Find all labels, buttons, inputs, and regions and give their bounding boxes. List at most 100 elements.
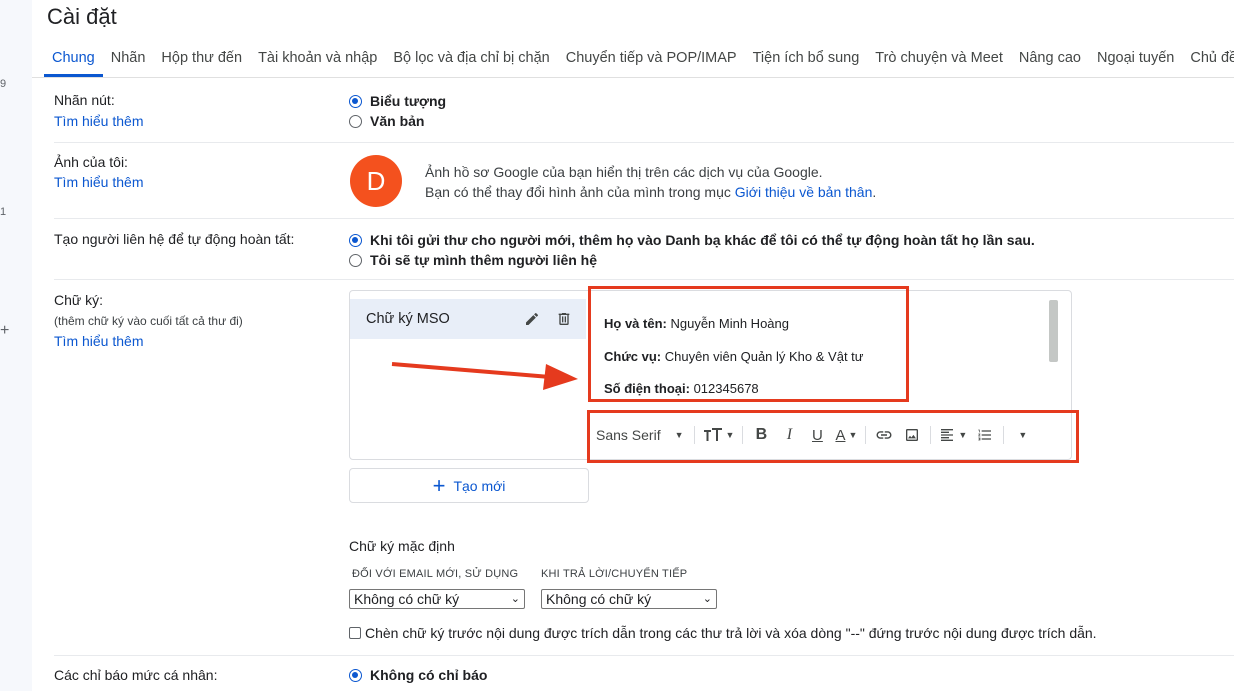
my-photo-label: Ảnh của tôi: bbox=[54, 154, 128, 170]
sig-key: Số điện thoại: bbox=[604, 381, 690, 396]
checkbox[interactable] bbox=[349, 627, 361, 639]
create-new-signature-button[interactable]: + Tạo mới bbox=[349, 468, 589, 503]
signature-sublabel: (thêm chữ ký vào cuối tất cả thư đi) bbox=[54, 314, 243, 328]
radio-label: Biểu tượng bbox=[370, 93, 447, 109]
select-value: Không có chữ ký bbox=[546, 591, 652, 607]
caret-down-icon: ▼ bbox=[1018, 430, 1028, 440]
radio-unselected-icon[interactable] bbox=[349, 114, 362, 128]
underline-icon: U bbox=[812, 426, 823, 444]
tab-general[interactable]: Chung bbox=[44, 40, 103, 77]
caret-down-icon: ▼ bbox=[725, 430, 735, 440]
more-formatting-button[interactable]: ▼ bbox=[1008, 421, 1034, 449]
contacts-label: Tạo người liên hệ để tự động hoàn tất: bbox=[54, 231, 295, 247]
radio-unselected-icon[interactable] bbox=[349, 253, 362, 267]
learn-more-link[interactable]: Tìm hiểu thêm bbox=[54, 174, 143, 190]
tab-accounts[interactable]: Tài khoản và nhập bbox=[250, 40, 385, 77]
tab-labels[interactable]: Nhãn bbox=[103, 40, 154, 77]
sig-value: 012345678 bbox=[693, 381, 759, 396]
row-divider bbox=[54, 279, 1234, 280]
radio-contacts-manual[interactable]: Tôi sẽ tự mình thêm người liên hệ bbox=[349, 252, 597, 268]
toolbar-separator bbox=[742, 426, 744, 444]
tab-advanced[interactable]: Nâng cao bbox=[1011, 40, 1089, 77]
sig-key: Họ và tên: bbox=[604, 316, 667, 331]
tab-forwarding[interactable]: Chuyển tiếp và POP/IMAP bbox=[558, 40, 745, 77]
italic-button[interactable]: I bbox=[775, 421, 803, 449]
learn-more-link[interactable]: Tìm hiểu thêm bbox=[54, 333, 143, 349]
reply-signature-select[interactable]: Không có chữ ký ⌄ bbox=[541, 589, 717, 609]
numbered-list-icon bbox=[978, 429, 992, 441]
text-size-icon bbox=[703, 428, 722, 441]
radio-selected-icon[interactable] bbox=[349, 94, 362, 108]
red-arrow-annotation bbox=[391, 362, 578, 390]
align-button[interactable]: ▼ bbox=[935, 421, 971, 449]
tab-chat-meet[interactable]: Trò chuyện và Meet bbox=[867, 40, 1011, 77]
personal-indicators-label: Các chỉ báo mức cá nhân: bbox=[54, 667, 218, 683]
radio-selected-icon[interactable] bbox=[349, 668, 362, 682]
underline-button[interactable]: U bbox=[803, 421, 831, 449]
left-rail: 9 1 + bbox=[0, 0, 32, 691]
rail-plus[interactable]: + bbox=[0, 322, 9, 340]
for-new-caption: ĐỐI VỚI EMAIL MỚI, SỬ DỤNG bbox=[352, 568, 519, 580]
italic-icon: I bbox=[786, 426, 793, 443]
tab-inbox[interactable]: Hộp thư đến bbox=[153, 40, 250, 77]
trash-icon[interactable] bbox=[554, 309, 574, 329]
photo-dot: . bbox=[872, 184, 877, 200]
bold-button[interactable]: B bbox=[747, 421, 775, 449]
new-email-signature-select[interactable]: Không có chữ ký ⌄ bbox=[349, 589, 525, 609]
sig-key: Chức vụ: bbox=[604, 349, 662, 364]
photo-line-1: Ảnh hồ sơ Google của bạn hiển thị trên c… bbox=[425, 164, 823, 180]
text-color-button[interactable]: A ▼ bbox=[831, 421, 861, 449]
sig-value: Chuyên viên Quản lý Kho & Vật tư bbox=[664, 349, 864, 364]
radio-contacts-auto[interactable]: Khi tôi gửi thư cho người mới, thêm họ v… bbox=[349, 232, 1035, 248]
about-me-link[interactable]: Giới thiệu về bản thân bbox=[735, 184, 873, 200]
page-title: Cài đặt bbox=[47, 4, 117, 29]
link-icon bbox=[876, 431, 892, 439]
chevron-down-icon: ⌄ bbox=[702, 593, 712, 605]
editor-scrollbar[interactable] bbox=[1049, 300, 1058, 362]
for-reply-caption: KHI TRẢ LỜI/CHUYỂN TIẾP bbox=[541, 568, 688, 580]
avatar[interactable]: D bbox=[350, 155, 402, 207]
default-signature-title: Chữ ký mặc định bbox=[349, 538, 455, 554]
link-button[interactable] bbox=[870, 421, 898, 449]
bold-icon: B bbox=[755, 426, 768, 443]
toolbar-separator bbox=[693, 426, 695, 444]
toolbar-separator bbox=[1003, 426, 1005, 444]
radio-selected-icon[interactable] bbox=[349, 233, 362, 247]
chevron-down-icon: ⌄ bbox=[510, 593, 520, 605]
font-size-button[interactable]: ▼ bbox=[699, 421, 739, 449]
rail-mark: 1 bbox=[0, 206, 7, 218]
caret-down-icon: ▼ bbox=[848, 430, 858, 440]
photo-description: Ảnh hồ sơ Google của bạn hiển thị trên c… bbox=[425, 162, 876, 202]
formatting-toolbar: Sans Serif ▼ ▼ B I U A ▼ ▼ ▼ bbox=[592, 418, 1034, 452]
toolbar-separator bbox=[930, 426, 932, 444]
signature-line-phone[interactable]: Số điện thoại: 012345678 bbox=[604, 381, 759, 396]
tab-themes[interactable]: Chủ đề bbox=[1182, 40, 1234, 77]
plus-icon: + bbox=[432, 472, 446, 498]
pencil-icon[interactable] bbox=[522, 309, 542, 329]
learn-more-link[interactable]: Tìm hiểu thêm bbox=[54, 113, 143, 129]
text-color-icon: A bbox=[835, 426, 846, 444]
tab-offline[interactable]: Ngoại tuyến bbox=[1089, 40, 1182, 77]
sig-value: Nguyễn Minh Hoàng bbox=[670, 316, 789, 331]
signature-line-name[interactable]: Họ và tên: Nguyễn Minh Hoàng bbox=[604, 316, 789, 331]
font-select[interactable]: Sans Serif ▼ bbox=[592, 421, 690, 449]
photo-line-2: Bạn có thể thay đổi hình ảnh của mình tr… bbox=[425, 182, 876, 202]
tab-addons[interactable]: Tiện ích bổ sung bbox=[745, 40, 868, 77]
photo-line-2-text: Bạn có thể thay đổi hình ảnh của mình tr… bbox=[425, 184, 731, 200]
toolbar-separator bbox=[865, 426, 867, 444]
image-icon bbox=[906, 429, 919, 441]
numbered-list-button[interactable] bbox=[971, 421, 999, 449]
signature-name: Chữ ký MSO bbox=[366, 311, 450, 327]
signature-list-item[interactable]: Chữ ký MSO bbox=[350, 299, 586, 339]
radio-text[interactable]: Văn bản bbox=[349, 113, 424, 129]
radio-label: Không có chỉ báo bbox=[370, 667, 488, 683]
radio-no-indicators[interactable]: Không có chỉ báo bbox=[349, 667, 487, 683]
row-divider bbox=[54, 655, 1234, 656]
button-labels-label: Nhãn nút: bbox=[54, 92, 115, 108]
tab-filters[interactable]: Bộ lọc và địa chỉ bị chặn bbox=[385, 40, 557, 77]
signature-line-title[interactable]: Chức vụ: Chuyên viên Quản lý Kho & Vật t… bbox=[604, 349, 863, 364]
image-button[interactable] bbox=[898, 421, 926, 449]
radio-icons[interactable]: Biểu tượng bbox=[349, 93, 446, 109]
insert-before-quote-option[interactable]: Chèn chữ ký trước nội dung được trích dẫ… bbox=[349, 625, 1097, 641]
tabs-divider bbox=[32, 77, 1234, 78]
